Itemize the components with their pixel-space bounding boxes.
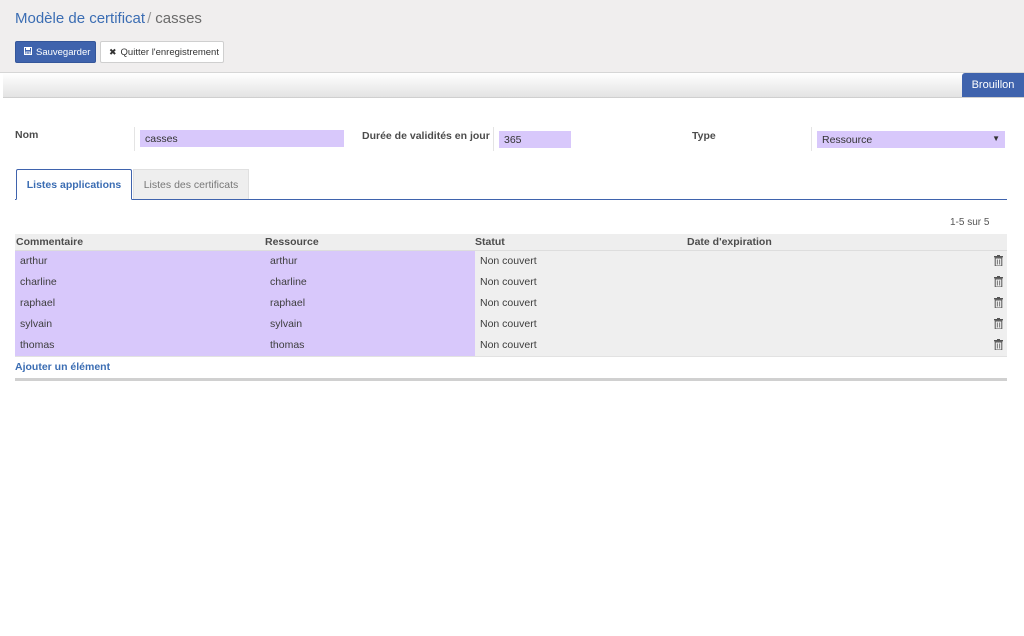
table-header: Commentaire Ressource Statut Date d'expi… [15, 234, 1007, 251]
table-row[interactable]: arthur arthur Non couvert [15, 251, 1007, 273]
discard-button[interactable]: ✖ Quitter l'enregistrement [100, 41, 224, 63]
close-icon: ✖ [109, 46, 117, 57]
trash-icon[interactable] [994, 318, 1003, 330]
table-row[interactable]: charline charline Non couvert [15, 272, 1007, 294]
cell-statut[interactable]: Non couvert [480, 297, 537, 309]
save-button[interactable]: Sauvegarder [15, 41, 96, 63]
cell-commentaire[interactable]: sylvain [20, 318, 52, 330]
row-editable-area [15, 314, 475, 335]
cell-ressource[interactable]: thomas [270, 339, 304, 351]
cell-ressource[interactable]: sylvain [270, 318, 302, 330]
notebook-tabs: Listes applications Listes des certifica… [15, 168, 1007, 200]
status-draft[interactable]: Brouillon [962, 73, 1024, 97]
row-editable-area [15, 293, 475, 314]
table-row[interactable]: sylvain sylvain Non couvert [15, 314, 1007, 336]
cell-statut[interactable]: Non couvert [480, 255, 537, 267]
field-divider [134, 127, 135, 151]
breadcrumb-parent-link[interactable]: Modèle de certificat [15, 10, 145, 27]
column-header-statut[interactable]: Statut [475, 236, 505, 248]
row-editable-area [15, 335, 475, 356]
validity-label: Durée de validités en jour [362, 130, 490, 142]
cell-ressource[interactable]: arthur [270, 255, 297, 267]
floppy-icon [24, 47, 32, 57]
name-label: Nom [15, 129, 39, 141]
column-header-commentaire[interactable]: Commentaire [16, 236, 83, 248]
caret-down-icon: ▼ [992, 134, 1000, 143]
cell-commentaire[interactable]: charline [20, 276, 57, 288]
cell-statut[interactable]: Non couvert [480, 276, 537, 288]
name-field[interactable]: casses [140, 130, 344, 147]
breadcrumb-current: casses [155, 10, 202, 27]
column-header-date-expiration[interactable]: Date d'expiration [687, 236, 772, 248]
row-editable-area [15, 272, 475, 293]
pager[interactable]: 1-5 sur 5 [950, 217, 989, 228]
type-select-value: Ressource [822, 133, 873, 146]
column-header-ressource[interactable]: Ressource [265, 236, 319, 248]
field-divider [493, 127, 494, 151]
tab-listes-certificats[interactable]: Listes des certificats [133, 169, 249, 199]
tab-listes-applications[interactable]: Listes applications [16, 169, 132, 200]
cell-commentaire[interactable]: thomas [20, 339, 54, 351]
cell-statut[interactable]: Non couvert [480, 339, 537, 351]
table-row[interactable]: raphael raphael Non couvert [15, 293, 1007, 315]
trash-icon[interactable] [994, 276, 1003, 288]
cell-statut[interactable]: Non couvert [480, 318, 537, 330]
row-editable-area [15, 251, 475, 272]
add-line-link[interactable]: Ajouter un élément [15, 361, 110, 373]
field-divider [811, 127, 812, 151]
breadcrumb: Modèle de certificat / casses [15, 10, 202, 27]
cell-ressource[interactable]: charline [270, 276, 307, 288]
trash-icon[interactable] [994, 297, 1003, 309]
type-label: Type [692, 130, 716, 142]
breadcrumb-separator: / [147, 10, 152, 27]
cell-commentaire[interactable]: raphael [20, 297, 55, 309]
cell-ressource[interactable]: raphael [270, 297, 305, 309]
discard-button-label: Quitter l'enregistrement [120, 46, 219, 58]
trash-icon[interactable] [994, 339, 1003, 351]
type-select[interactable]: Ressource ▼ [817, 131, 1005, 148]
table-footer-divider [15, 378, 1007, 381]
cell-commentaire[interactable]: arthur [20, 255, 47, 267]
validity-days-field[interactable]: 365 [499, 131, 571, 148]
control-panel: Modèle de certificat / casses Sauvegarder … [0, 0, 1024, 73]
table-row[interactable]: thomas thomas Non couvert [15, 335, 1007, 357]
save-button-label: Sauvegarder [36, 46, 91, 58]
statusbar: Brouillon [3, 73, 1024, 98]
trash-icon[interactable] [994, 255, 1003, 267]
